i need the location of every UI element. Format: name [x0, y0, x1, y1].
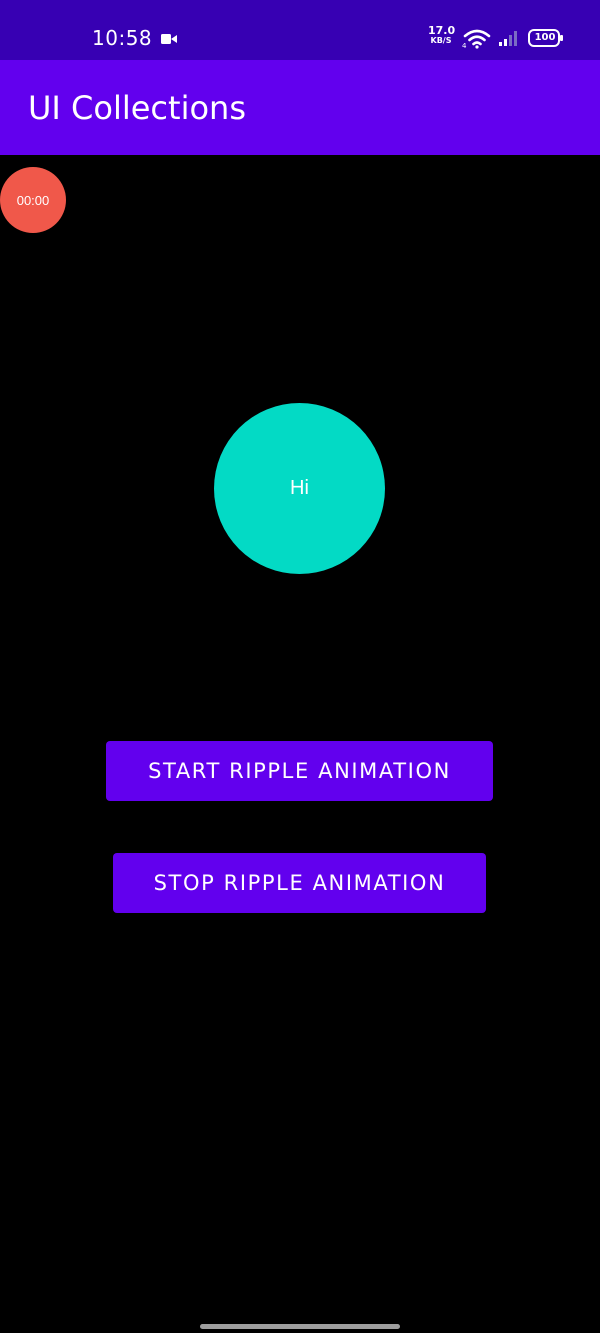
app-bar: UI Collections: [0, 60, 600, 155]
stop-ripple-animation-button[interactable]: STOP RIPPLE ANIMATION: [113, 853, 486, 913]
signal-icon: [499, 31, 517, 46]
app-title: UI Collections: [28, 89, 246, 127]
network-speed: 17.0 KB/S: [428, 24, 456, 46]
app-screen: 10:58 17.0 KB/S 4 100 UI Collections 00:…: [0, 0, 600, 1333]
network-speed-value: 17.0: [428, 24, 456, 37]
timer-text: 00:00: [16, 192, 50, 208]
ripple-text: Hi: [290, 477, 309, 499]
navigation-handle[interactable]: [200, 1324, 400, 1329]
wifi-icon: 4: [462, 29, 491, 49]
status-time: 10:58: [92, 26, 153, 50]
start-ripple-animation-button[interactable]: START RIPPLE ANIMATION: [106, 741, 493, 801]
timer-bubble: 00:00: [0, 167, 66, 233]
svg-text:4: 4: [462, 42, 467, 49]
network-speed-unit: KB/S: [430, 36, 452, 45]
video-icon: [161, 34, 177, 44]
battery-level: 100: [534, 32, 556, 43]
ripple-circle: Hi: [214, 403, 385, 574]
status-bar: 10:58 17.0 KB/S 4 100: [0, 0, 600, 60]
